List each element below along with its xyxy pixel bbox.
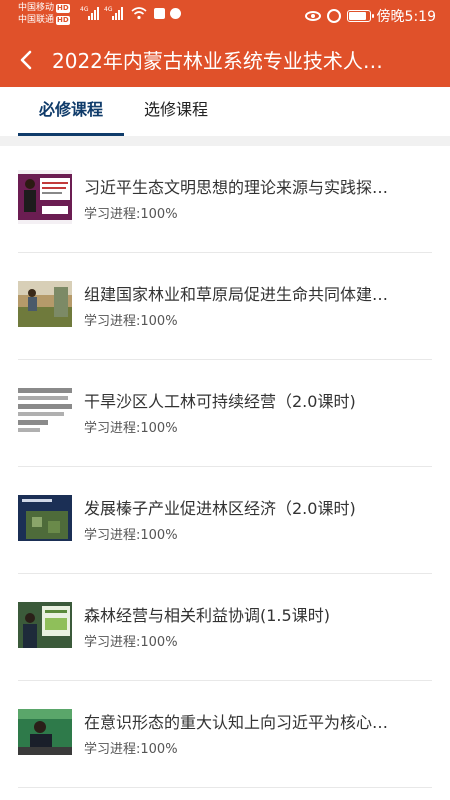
- signal-icon: [112, 6, 123, 20]
- course-progress: 学习进程:100%: [84, 528, 178, 543]
- carrier-info: 中国移动 HD 中国联通 HD: [18, 2, 70, 26]
- course-title: 组建国家林业和草原局促进生命共同体建…: [84, 285, 389, 304]
- qq-icon: [170, 8, 181, 19]
- course-progress: 学习进程:100%: [84, 421, 178, 436]
- lecturer-desk-thumbnail: [18, 705, 72, 759]
- battery-icon: [346, 10, 374, 22]
- clock-time: 傍晚5:19: [376, 9, 436, 25]
- text-slide-thumbnail: [18, 384, 72, 438]
- course-item[interactable]: 发展榛子产业促进林区经济（2.0课时) 学习进程:100%: [18, 467, 432, 574]
- course-progress: 学习进程:100%: [84, 207, 178, 222]
- chevron-left-icon: [20, 50, 32, 69]
- course-list: 习近平生态文明思想的理论来源与实践探… 学习进程:100% 组建国家林业和草原局…: [0, 146, 450, 788]
- grassland-thumbnail: [18, 277, 72, 331]
- carrier-1: 中国移动: [18, 3, 55, 13]
- section-divider: [0, 136, 450, 146]
- title-bar: 2022年内蒙古林业系统专业技术人…: [0, 32, 450, 87]
- signal-icon: [88, 6, 99, 20]
- course-title: 在意识形态的重大认知上向习近平为核心…: [84, 713, 389, 732]
- status-bar: 中国移动 HD 中国联通 HD 4G 4G 傍晚5:19: [0, 0, 450, 32]
- course-item[interactable]: 干旱沙区人工林可持续经营（2.0课时) 学习进程:100%: [18, 360, 432, 467]
- status-right: 傍晚5:19: [304, 6, 436, 26]
- course-item[interactable]: 习近平生态文明思想的理论来源与实践探… 学习进程:100%: [18, 146, 432, 253]
- eye-comfort-icon: [304, 11, 321, 21]
- app-header: 中国移动 HD 中国联通 HD 4G 4G 傍晚5:19 2022年内蒙古林业系统专…: [0, 0, 450, 87]
- hd-badge: HD: [56, 15, 70, 25]
- course-tabs: 必修课程 选修课程: [0, 87, 450, 136]
- course-item[interactable]: 在意识形态的重大认知上向习近平为核心… 学习进程:100%: [18, 681, 432, 788]
- course-item[interactable]: 组建国家林业和草原局促进生命共同体建… 学习进程:100%: [18, 253, 432, 360]
- course-title: 森林经营与相关利益协调(1.5课时): [84, 606, 330, 625]
- page-title: 2022年内蒙古林业系统专业技术人…: [52, 49, 383, 73]
- tab-elective-courses[interactable]: 选修课程: [128, 87, 224, 136]
- course-item[interactable]: 森林经营与相关利益协调(1.5课时) 学习进程:100%: [18, 574, 432, 681]
- course-title: 发展榛子产业促进林区经济（2.0课时): [84, 499, 356, 518]
- notification-icon: [154, 8, 165, 19]
- hd-badge: HD: [56, 3, 70, 13]
- alarm-icon: [326, 9, 341, 23]
- lecturer-green-thumbnail: [18, 598, 72, 652]
- course-progress: 学习进程:100%: [84, 635, 178, 650]
- back-button[interactable]: [0, 32, 52, 87]
- course-title: 干旱沙区人工林可持续经营（2.0课时): [84, 392, 356, 411]
- tab-required-courses[interactable]: 必修课程: [18, 87, 124, 136]
- course-title: 习近平生态文明思想的理论来源与实践探…: [84, 178, 389, 197]
- carrier-2: 中国联通: [18, 15, 55, 25]
- speaker-slide-thumbnail: [18, 170, 72, 224]
- forest-slide-thumbnail: [18, 491, 72, 545]
- course-progress: 学习进程:100%: [84, 314, 178, 329]
- course-progress: 学习进程:100%: [84, 742, 178, 757]
- wifi-icon: [131, 7, 147, 20]
